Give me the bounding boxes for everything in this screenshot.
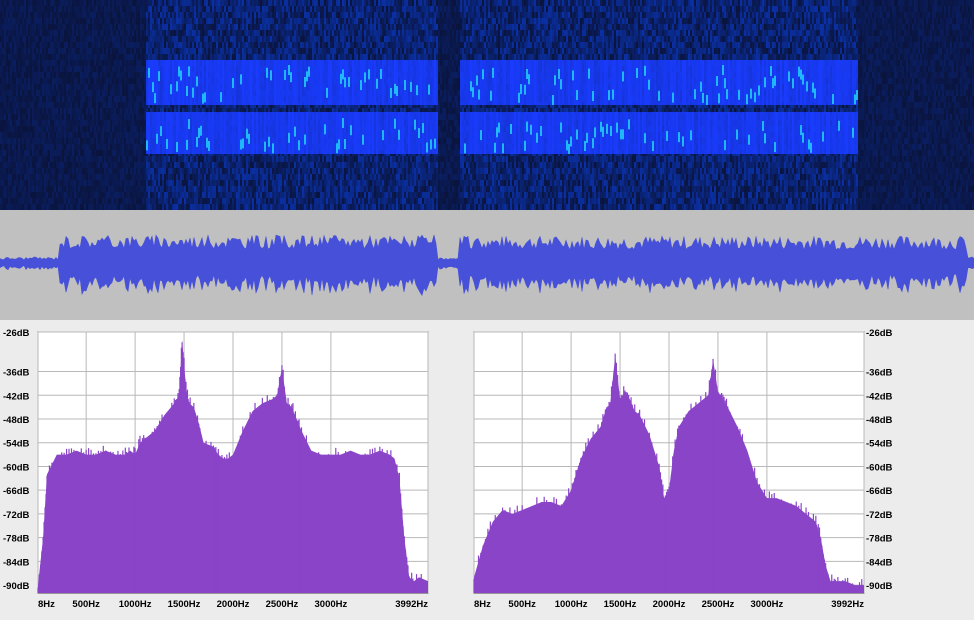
y-tick-label: -26dB bbox=[866, 328, 893, 339]
x-tick-label: 3992Hz bbox=[831, 599, 864, 610]
y-tick-label: -60dB bbox=[866, 462, 893, 473]
spectrogram-panel bbox=[0, 0, 974, 210]
y-tick-label: -48dB bbox=[866, 415, 893, 426]
y-tick-label: -84dB bbox=[3, 557, 30, 568]
y-tick-label: -60dB bbox=[3, 462, 30, 473]
y-tick-label: -78dB bbox=[3, 534, 30, 545]
y-tick-label: -66dB bbox=[866, 486, 893, 497]
right-spectrum-chart: -26dB -36dB -42dB -48dB -54dB -60dB -66dB -72dB… bbox=[474, 328, 893, 610]
x-tick-label: 1500Hz bbox=[168, 599, 201, 610]
x-tick-label: 1000Hz bbox=[119, 599, 152, 610]
left-spectrum-chart: -26dB -36dB -42dB -48dB -54dB -60dB -66dB -72dB… bbox=[3, 328, 428, 610]
waveform-panel bbox=[0, 210, 974, 320]
x-tick-label: 8Hz bbox=[38, 599, 55, 610]
x-tick-label: 3992Hz bbox=[395, 599, 428, 610]
y-tick-label: -72dB bbox=[866, 510, 893, 521]
y-tick-label: -36dB bbox=[3, 368, 30, 379]
spectrum-charts: -26dB -36dB -42dB -48dB -54dB -60dB -66dB -72dB… bbox=[0, 320, 974, 615]
x-tick-label: 2000Hz bbox=[217, 599, 250, 610]
x-tick-label: 8Hz bbox=[474, 599, 491, 610]
spectrogram-image bbox=[0, 0, 974, 210]
y-tick-label: -54dB bbox=[3, 439, 30, 450]
x-tick-label: 2000Hz bbox=[653, 599, 686, 610]
y-tick-label: -84dB bbox=[866, 557, 893, 568]
y-tick-label: -72dB bbox=[3, 510, 30, 521]
y-tick-label: -54dB bbox=[866, 439, 893, 450]
x-tick-label: 2500Hz bbox=[702, 599, 735, 610]
y-tick-label: -26dB bbox=[3, 328, 30, 339]
x-tick-label: 2500Hz bbox=[266, 599, 299, 610]
x-tick-label: 500Hz bbox=[508, 599, 536, 610]
y-tick-label: -36dB bbox=[866, 368, 893, 379]
waveform-envelope bbox=[0, 235, 974, 295]
spectrogram-columns bbox=[0, 0, 974, 210]
y-tick-label: -90dB bbox=[866, 581, 893, 592]
x-tick-label: 3000Hz bbox=[751, 599, 784, 610]
y-tick-label: -48dB bbox=[3, 415, 30, 426]
x-tick-label: 1000Hz bbox=[555, 599, 588, 610]
y-tick-label: -66dB bbox=[3, 486, 30, 497]
waveform-image bbox=[0, 210, 974, 320]
y-tick-label: -90dB bbox=[3, 581, 30, 592]
x-tick-label: 3000Hz bbox=[315, 599, 348, 610]
spectrum-panels: -26dB -36dB -42dB -48dB -54dB -60dB -66dB -72dB… bbox=[0, 320, 974, 615]
x-tick-label: 1500Hz bbox=[604, 599, 637, 610]
x-tick-label: 500Hz bbox=[72, 599, 100, 610]
y-tick-label: -42dB bbox=[866, 391, 893, 402]
y-tick-label: -42dB bbox=[3, 391, 30, 402]
y-tick-label: -78dB bbox=[866, 534, 893, 545]
